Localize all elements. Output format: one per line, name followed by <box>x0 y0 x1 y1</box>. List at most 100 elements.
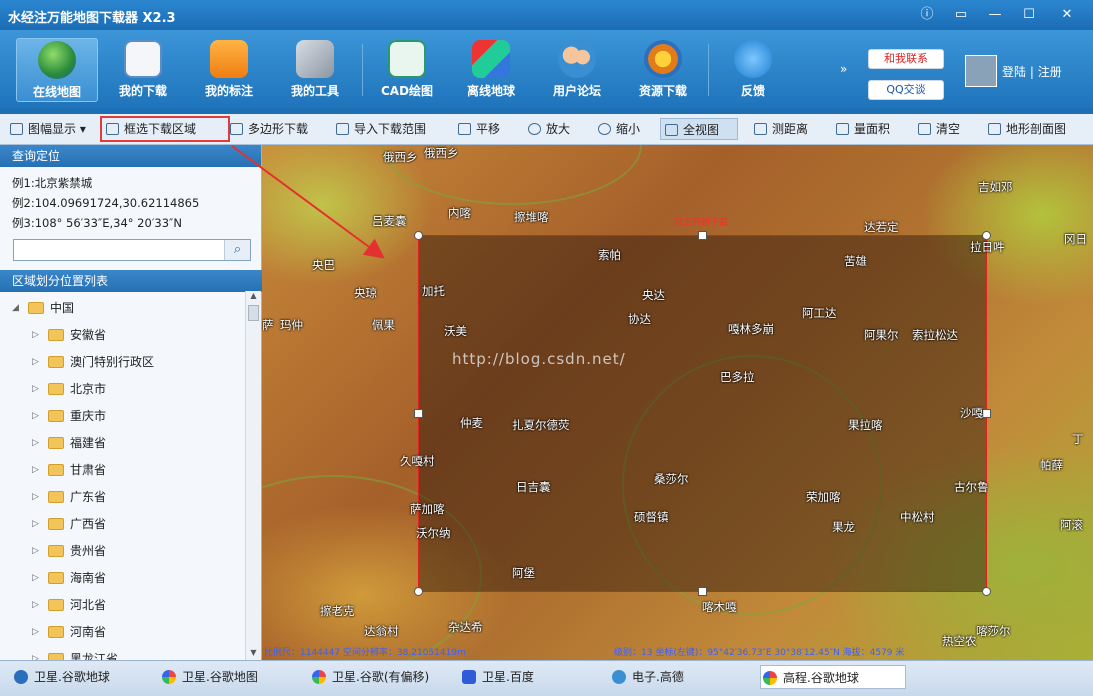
selection-handle[interactable] <box>698 231 707 240</box>
tree-item[interactable]: ▷ 黑龙江省 <box>0 646 244 660</box>
my-downloads-button[interactable]: 我的下载 <box>102 38 184 102</box>
measure-distance-button[interactable]: 测距离 <box>750 118 814 140</box>
place-label: 丁 <box>1072 432 1084 446</box>
tree-item[interactable]: ▷ 广西省 <box>0 511 244 538</box>
info-icon <box>734 40 772 78</box>
place-label: 桑莎尔 <box>654 472 689 486</box>
info-icon[interactable]: ⓘ <box>912 4 942 26</box>
tree-item[interactable]: ▷ 甘肃省 <box>0 457 244 484</box>
online-map-button[interactable]: 在线地图 <box>16 38 98 102</box>
resource-download-button[interactable]: 资源下载 <box>622 38 704 102</box>
polygon-download-button[interactable]: 多边形下载 <box>226 118 316 140</box>
user-forum-button[interactable]: 用户论坛 <box>536 38 618 102</box>
avatar[interactable] <box>965 55 997 87</box>
expand-arrow-icon[interactable]: ▷ <box>32 619 39 646</box>
measure-area-button[interactable]: 量面积 <box>832 118 896 140</box>
tree-item[interactable]: ▷ 澳门特别行政区 <box>0 349 244 376</box>
selection-rectangle[interactable] <box>418 235 987 592</box>
tab-satellite-google-offset[interactable]: 卫星.谷歌(有偏移) <box>310 665 450 689</box>
selection-handle[interactable] <box>414 587 423 596</box>
expand-arrow-icon[interactable]: ▷ <box>32 376 39 403</box>
region-list-title: 区域划分位置列表 <box>0 270 262 292</box>
tab-satellite-baidu[interactable]: 卫星.百度 <box>460 665 600 689</box>
tree-item[interactable]: ▷ 安徽省 <box>0 322 244 349</box>
selection-handle[interactable] <box>414 409 423 418</box>
search-input[interactable] <box>14 240 224 260</box>
expand-arrow-icon[interactable]: ▷ <box>32 592 39 619</box>
place-label: 擦堆喀 <box>514 210 549 224</box>
tab-satellite-google-map[interactable]: 卫星.谷歌地图 <box>160 665 300 689</box>
expand-arrow-icon[interactable]: ▷ <box>32 403 39 430</box>
folder-icon <box>48 356 64 368</box>
offline-earth-button[interactable]: 离线地球 <box>450 38 532 102</box>
minimize-button[interactable]: — <box>980 4 1010 26</box>
tree-item[interactable]: ▷ 河北省 <box>0 592 244 619</box>
tree-item[interactable]: ▷ 贵州省 <box>0 538 244 565</box>
watermark: http://blog.csdn.net/ <box>452 350 626 368</box>
place-label: 中松村 <box>900 510 935 524</box>
contact-me-button[interactable]: 和我联系 <box>868 49 944 69</box>
clear-button[interactable]: 清空 <box>914 118 966 140</box>
tree-item[interactable]: ▷ 广东省 <box>0 484 244 511</box>
full-view-button[interactable]: 全视图 <box>660 118 738 140</box>
feedback-button[interactable]: 反馈 <box>712 38 794 102</box>
zoom-in-button[interactable]: 放大 <box>524 118 578 140</box>
terrain-profile-button[interactable]: 地形剖面图 <box>984 118 1084 140</box>
selection-handle[interactable] <box>698 587 707 596</box>
tree-item[interactable]: ▷ 重庆市 <box>0 403 244 430</box>
menu-icon[interactable]: ▭ <box>946 4 976 26</box>
box-select-download-button[interactable]: 框选下载区域 <box>100 116 230 142</box>
selection-handle[interactable] <box>414 231 423 240</box>
toolbar-divider <box>362 44 363 96</box>
expand-arrow-icon[interactable]: ▷ <box>32 565 39 592</box>
scroll-down-icon[interactable]: ▼ <box>246 648 261 660</box>
expand-arrow-icon[interactable]: ▷ <box>32 484 39 511</box>
my-tools-button[interactable]: 我的工具 <box>274 38 356 102</box>
tree-root[interactable]: ◢ 中国 <box>0 295 244 322</box>
expand-arrow-icon[interactable]: ▷ <box>32 322 39 349</box>
maximize-button[interactable]: ☐ <box>1014 4 1044 26</box>
scroll-thumb[interactable] <box>248 305 259 321</box>
expand-arrow-icon[interactable]: ▷ <box>32 538 39 565</box>
coordinate-readout: 级别：13 坐标(左键)：95°42′36.73″E 30°38′12.45″N… <box>614 648 905 658</box>
tab-electronic-amap[interactable]: 电子.高德 <box>610 665 750 689</box>
cad-drawing-button[interactable]: CAD绘图 <box>366 38 448 102</box>
search-icon[interactable]: ⌕ <box>224 240 250 260</box>
tree-item[interactable]: ▷ 北京市 <box>0 376 244 403</box>
zoom-out-button[interactable]: 缩小 <box>594 118 648 140</box>
expand-arrow-icon[interactable]: ▷ <box>32 430 39 457</box>
tree-item[interactable]: ▷ 福建省 <box>0 430 244 457</box>
import-range-button[interactable]: 导入下载范围 <box>332 118 436 140</box>
expand-arrow-icon[interactable]: ▷ <box>32 457 39 484</box>
place-label: 吉如邓 <box>978 180 1013 194</box>
place-label: 达翁村 <box>364 624 399 638</box>
scroll-up-icon[interactable]: ▲ <box>246 291 261 303</box>
collapse-arrow-icon[interactable]: ◢ <box>12 295 19 322</box>
selection-handle[interactable] <box>982 409 991 418</box>
pan-button[interactable]: 平移 <box>454 118 508 140</box>
place-label: 阿滚 <box>1060 518 1083 532</box>
qq-chat-button[interactable]: QQ交谈 <box>868 80 944 100</box>
place-label: 热空农 <box>942 634 977 648</box>
selection-handle[interactable] <box>982 587 991 596</box>
close-button[interactable]: ✕ <box>1052 4 1082 26</box>
map-pin-icon <box>210 40 248 78</box>
more-chevron-icon[interactable]: » <box>840 62 847 76</box>
my-markers-button[interactable]: 我的标注 <box>188 38 270 102</box>
tree-item[interactable]: ▷ 海南省 <box>0 565 244 592</box>
register-link[interactable]: 注册 <box>1038 65 1062 79</box>
sheet-display-button[interactable]: 图幅显示 ▾ <box>6 118 94 140</box>
map-canvas[interactable]: 双击开始下载 http://blog.csdn.net/ 俄西乡 俄西乡 吉如邓… <box>262 145 1093 660</box>
expand-arrow-icon[interactable]: ▷ <box>32 511 39 538</box>
tab-elevation-google-earth[interactable]: 高程.谷歌地球 <box>760 665 906 689</box>
login-link[interactable]: 登陆 <box>1002 65 1026 79</box>
place-label: 沃尔纳 <box>416 526 451 540</box>
expand-arrow-icon[interactable]: ▷ <box>32 646 39 660</box>
tree-item[interactable]: ▷ 河南省 <box>0 619 244 646</box>
tab-satellite-google-earth[interactable]: 卫星.谷歌地球 <box>12 665 152 689</box>
toolbar-divider <box>708 44 709 96</box>
folder-icon <box>48 653 64 660</box>
tree-scrollbar[interactable]: ▲ ▼ <box>245 291 261 660</box>
expand-arrow-icon[interactable]: ▷ <box>32 349 39 376</box>
place-label: 拉日吽 <box>970 240 1005 254</box>
